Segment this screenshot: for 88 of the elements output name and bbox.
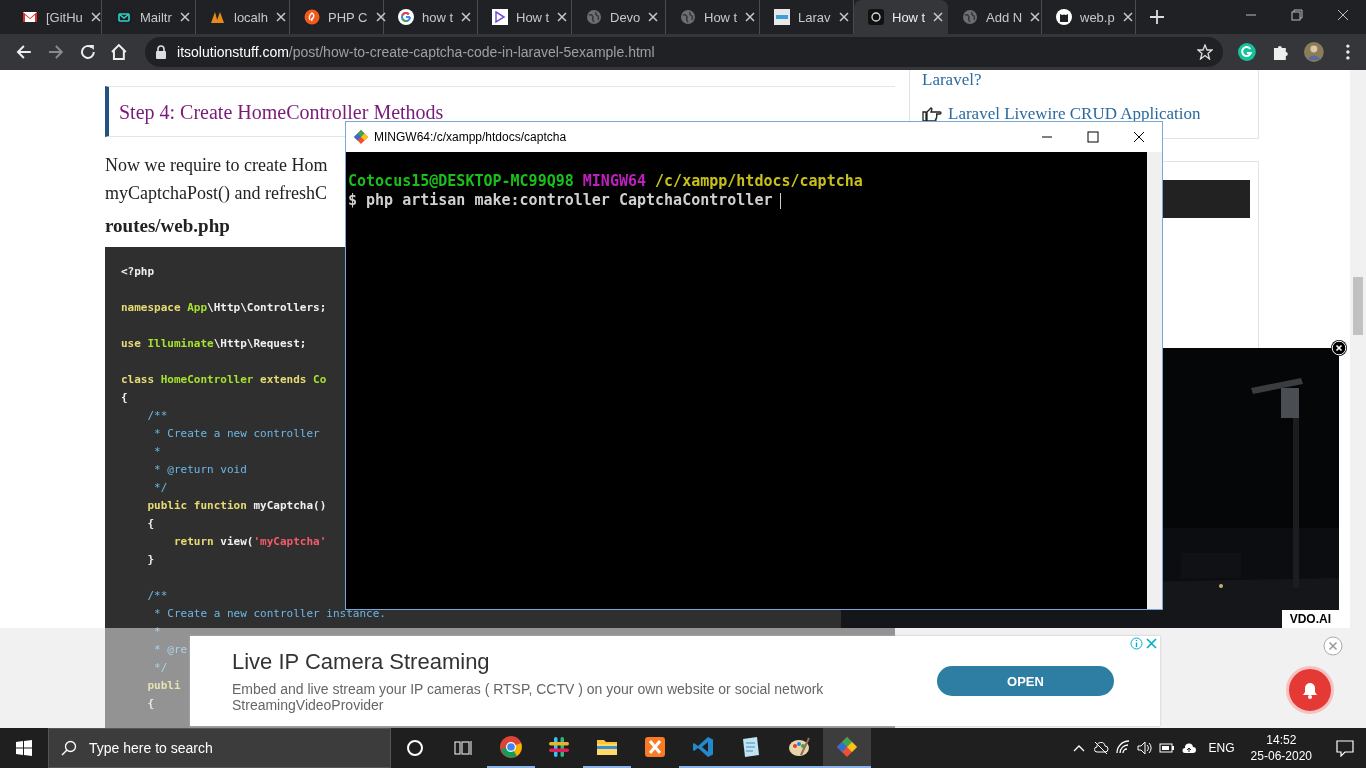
g-extension-icon[interactable] — [1236, 42, 1257, 62]
code-line: * @return void — [153, 462, 247, 478]
code-line: * — [153, 624, 161, 640]
hash-logo-icon[interactable] — [547, 735, 571, 759]
envelope-icon — [22, 9, 38, 25]
info-icon[interactable] — [1130, 637, 1143, 650]
paragraph-line: myCaptchaPost() and refreshC — [105, 182, 327, 205]
close-icon[interactable] — [1030, 12, 1041, 22]
site-logo-icon — [868, 9, 884, 25]
app-logo-icon — [492, 9, 508, 25]
file-label: routes/web.php — [105, 215, 230, 237]
close-icon[interactable] — [933, 12, 944, 22]
wifi-icon[interactable] — [1114, 740, 1131, 756]
code-line: * Create a new controller — [153, 426, 320, 442]
code-line: { — [146, 696, 155, 712]
close-icon[interactable] — [90, 12, 101, 22]
battery-icon[interactable] — [1158, 740, 1175, 756]
text-cursor — [780, 192, 782, 209]
globe-icon — [962, 9, 978, 25]
cortana-circle-icon[interactable] — [406, 739, 424, 757]
code-line: * — [153, 444, 161, 460]
code-line: */ — [153, 660, 168, 676]
g-logo-icon — [398, 9, 414, 25]
brand-label: VDO.AI — [1281, 610, 1339, 628]
code-line: public function myCaptcha() — [146, 498, 327, 514]
avatar-icon[interactable] — [1304, 42, 1325, 62]
new-tab-icon[interactable] — [1150, 10, 1164, 24]
open-button[interactable]: OPEN — [937, 666, 1114, 696]
close-icon[interactable] — [461, 12, 472, 22]
search-field[interactable]: Type here to search — [48, 728, 391, 768]
address-bar[interactable]: itsolutionstuff.com/post/how-to-create-captcha-code-in-laravel-5example.html — [145, 37, 1223, 67]
circle-logo-icon — [304, 9, 320, 25]
article-link[interactable]: Laravel? — [922, 70, 982, 90]
browser-tab[interactable]: How t — [854, 0, 948, 34]
code-line: * @re — [153, 642, 188, 658]
ad-description: Embed and live stream your IP cameras ( RTSP, CCTV ) on your own website or social network — [232, 681, 824, 697]
globe-icon — [586, 9, 602, 25]
cloud-off-icon[interactable] — [1092, 740, 1109, 756]
code-line: { — [146, 516, 155, 532]
prompt-system: MINGW64 — [582, 172, 647, 190]
close-icon[interactable] — [838, 12, 849, 22]
task-view-icon[interactable] — [454, 739, 472, 757]
clock[interactable]: 14:52 25-06-2020 — [1250, 732, 1312, 764]
prompt-path: /c/xampp/htdocs/captcha — [655, 172, 863, 190]
close-icon[interactable] — [648, 12, 659, 22]
close-icon[interactable] — [275, 12, 286, 22]
close-icon[interactable] — [557, 12, 568, 22]
code-line: */ — [153, 480, 168, 496]
site-logo-icon — [774, 9, 790, 25]
code-line: class HomeController extends Co — [121, 372, 327, 388]
article-link[interactable]: Laravel Livewire CRUD Application — [948, 104, 1201, 124]
search-icon — [61, 740, 77, 756]
advertiser-name: StreamingVideoProvider — [232, 697, 384, 713]
language-indicator[interactable]: ENG — [1208, 741, 1235, 755]
close-icon[interactable] — [179, 12, 190, 22]
code-line: namespace App\Http\Controllers; — [121, 300, 327, 316]
close-icon[interactable] — [375, 12, 386, 22]
cloud-upload-icon[interactable] — [1180, 740, 1197, 756]
bookmark-star-icon[interactable] — [1196, 44, 1213, 60]
code-line: /** — [146, 408, 168, 424]
diamond-logo-icon[interactable] — [835, 735, 859, 759]
code-line: <?php — [121, 264, 155, 280]
prompt-user-host: Cotocus15@DESKTOP-MC99Q98 — [348, 172, 574, 190]
code-line: /** — [146, 588, 168, 604]
lock-icon — [155, 45, 168, 59]
diamond-logo-icon — [354, 130, 368, 144]
ad-title: Live IP Camera Streaming — [232, 649, 490, 675]
code-line: } — [146, 552, 155, 568]
paragraph-line: Now we require to create Hom — [105, 154, 328, 177]
browser-icon[interactable] — [499, 735, 523, 759]
terminal-command: $ php artisan make:controller CaptchaController — [348, 191, 773, 209]
notification-bell-button[interactable] — [1286, 666, 1334, 714]
close-icon[interactable] — [745, 12, 756, 22]
close-icon[interactable] — [1122, 12, 1133, 22]
code-line: { — [121, 390, 128, 406]
pointing-hand-icon — [922, 106, 942, 122]
code-line: use Illuminate\Http\Request; — [121, 336, 307, 352]
windows-start-icon[interactable] — [16, 740, 32, 756]
code-line: publi — [146, 678, 181, 694]
code-line: * Create a new controller instance. — [153, 606, 386, 622]
globe-icon — [680, 9, 696, 25]
scrollbar[interactable] — [1147, 152, 1162, 609]
notification-icon[interactable] — [1336, 739, 1354, 757]
code-editor-icon[interactable] — [691, 735, 715, 759]
volume-icon[interactable] — [1136, 740, 1153, 756]
scrollbar[interactable] — [1350, 70, 1366, 728]
palette-icon[interactable] — [787, 735, 811, 759]
code-line: return view('myCaptcha' — [172, 534, 327, 550]
